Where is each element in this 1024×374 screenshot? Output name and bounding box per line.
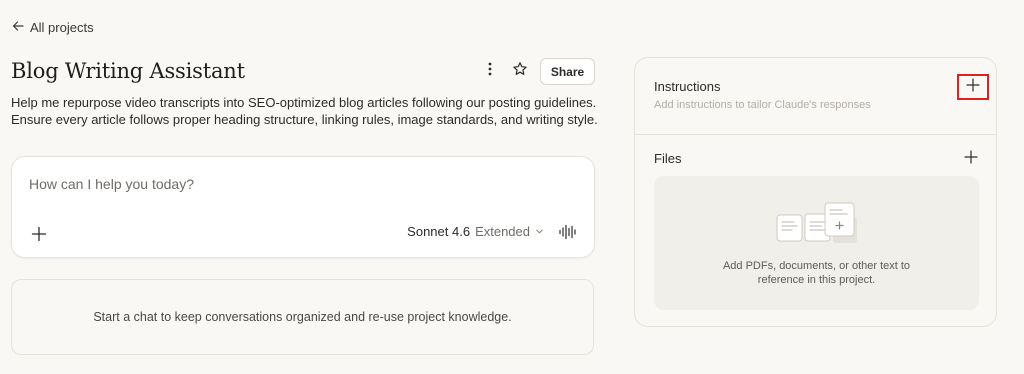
project-knowledge-panel: Instructions Add instructions to tailor …: [634, 57, 997, 327]
back-to-projects-link[interactable]: All projects: [12, 20, 94, 35]
favorite-button[interactable]: [508, 59, 532, 85]
voice-input-button[interactable]: [558, 223, 578, 241]
files-title: Files: [654, 151, 682, 166]
empty-state-text: Start a chat to keep conversations organ…: [93, 310, 512, 324]
instructions-title: Instructions: [654, 79, 721, 94]
add-files-button[interactable]: [962, 149, 980, 169]
dropzone-line-1: Add PDFs, documents, or other text to: [722, 260, 911, 272]
share-button[interactable]: Share: [540, 58, 595, 85]
files-dropzone[interactable]: Add PDFs, documents, or other text to re…: [654, 176, 979, 310]
documents-icon: [775, 201, 861, 247]
plus-icon: [30, 226, 48, 247]
more-vertical-icon: [482, 61, 498, 82]
plus-icon: [964, 149, 978, 169]
star-icon: [512, 61, 528, 82]
more-options-button[interactable]: [478, 59, 502, 85]
chevron-down-icon: [535, 224, 544, 239]
dropzone-text: Add PDFs, documents, or other text to re…: [654, 259, 979, 287]
model-name: Sonnet 4.6: [407, 224, 471, 239]
title-actions: Share: [478, 58, 595, 85]
page-title: Blog Writing Assistant: [11, 59, 245, 83]
back-link-label: All projects: [30, 20, 94, 35]
dropzone-line-2: reference in this project.: [757, 274, 876, 286]
chat-input[interactable]: How can I help you today?: [29, 176, 194, 192]
instructions-subtitle: Add instructions to tailor Claude's resp…: [654, 99, 871, 111]
chat-composer: How can I help you today? Sonnet 4.6 Ext…: [11, 156, 595, 258]
arrow-left-icon: [12, 20, 24, 35]
panel-divider: [635, 134, 996, 135]
empty-conversations-card: Start a chat to keep conversations organ…: [11, 279, 594, 355]
attach-button[interactable]: [30, 225, 48, 243]
model-selector[interactable]: Sonnet 4.6 Extended: [407, 224, 544, 239]
plus-icon: [966, 77, 980, 97]
model-mode: Extended: [475, 224, 530, 239]
voice-waveform-icon: [558, 224, 578, 245]
project-description: Help me repurpose video transcripts into…: [11, 95, 598, 127]
add-instructions-button[interactable]: [957, 74, 989, 100]
